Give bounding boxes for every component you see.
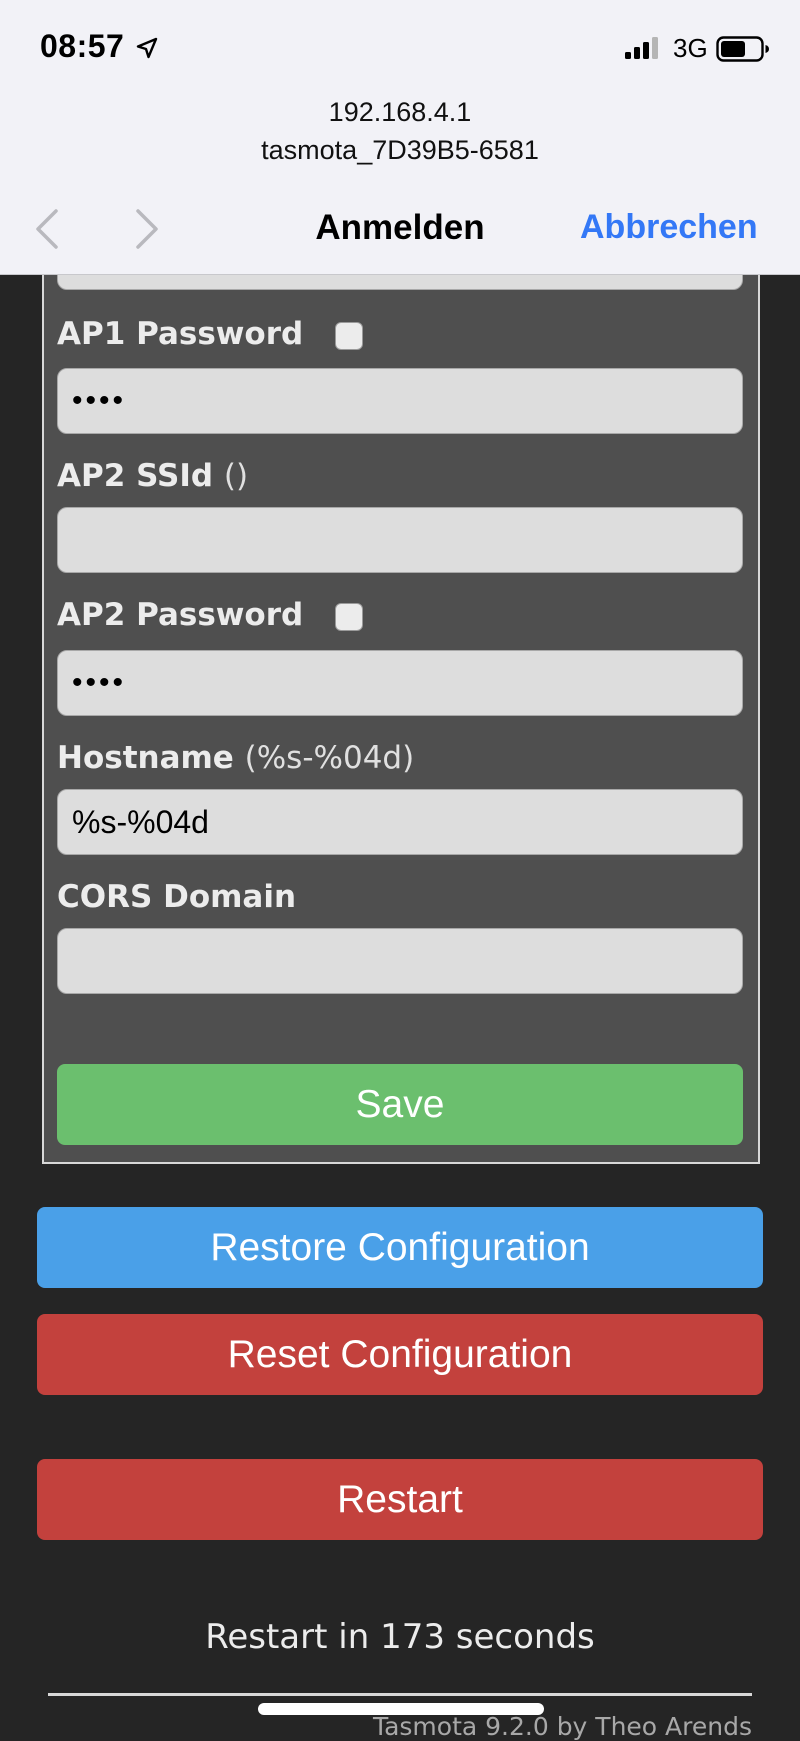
ap2-ssid-input[interactable] xyxy=(57,507,743,573)
ap1-password-show-checkbox[interactable] xyxy=(335,322,363,350)
reset-configuration-button[interactable]: Reset Configuration xyxy=(37,1314,763,1395)
hostname-label: Hostname (%s-%04d) xyxy=(57,740,415,776)
hostname-input[interactable] xyxy=(57,789,743,855)
ap2-password-input[interactable] xyxy=(57,650,743,716)
save-button[interactable]: Save xyxy=(57,1064,743,1145)
ap1-password-input[interactable] xyxy=(57,368,743,434)
home-indicator[interactable] xyxy=(258,1703,544,1715)
cancel-button[interactable]: Abbrechen xyxy=(580,208,758,247)
cors-domain-input[interactable] xyxy=(57,928,743,994)
restart-countdown: Restart in 173 seconds xyxy=(205,1617,595,1657)
ap2-password-show-checkbox[interactable] xyxy=(335,603,363,631)
network-type: 3G xyxy=(673,33,708,63)
battery-icon xyxy=(716,36,769,62)
location-arrow-icon xyxy=(136,37,158,59)
ap1-password-label: AP1 Password xyxy=(57,316,304,352)
restore-configuration-button[interactable]: Restore Configuration xyxy=(37,1207,763,1288)
restart-button[interactable]: Restart xyxy=(37,1459,763,1540)
url-host: 192.168.4.1 xyxy=(328,97,472,127)
footer-divider xyxy=(48,1693,752,1696)
url-subtitle: tasmota_7D39B5-6581 xyxy=(261,135,539,165)
footer-version: Tasmota 9.2.0 by Theo Arends xyxy=(372,1712,752,1741)
ap2-password-label: AP2 Password xyxy=(57,597,304,633)
cors-domain-label: CORS Domain xyxy=(57,879,297,915)
status-time: 08:57 xyxy=(40,28,125,64)
ap2-ssid-label: AP2 SSId () xyxy=(57,458,249,494)
browser-header: 08:57 3G 192.168.4.1 tasmota_7D39B5-6581… xyxy=(0,0,800,275)
signal-bars-icon xyxy=(625,37,658,59)
